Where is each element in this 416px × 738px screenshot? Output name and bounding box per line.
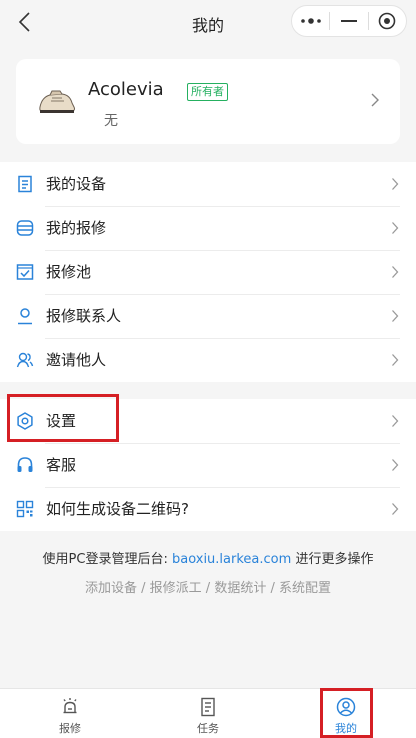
owner-badge: 所有者: [187, 83, 228, 101]
menu-item-customer-service[interactable]: 客服: [0, 443, 416, 487]
menu-item-repair-pool[interactable]: 报修池: [0, 250, 416, 294]
repair-bell-icon: [63, 698, 77, 714]
menu-label: 如何生成设备二维码?: [46, 500, 189, 518]
menu-label: 设置: [46, 412, 77, 430]
chevron-right-icon: [392, 459, 399, 471]
menu-label: 邀请他人: [46, 351, 107, 369]
bottom-tab-bar: 报修 任务 我的: [0, 688, 416, 738]
chevron-right-icon: [392, 503, 399, 515]
menu-label: 报修联系人: [46, 307, 122, 325]
menu-item-settings[interactable]: 设置: [0, 399, 416, 443]
profile-card[interactable]: Acolevia 所有者 无: [16, 59, 400, 144]
qrcode-icon: [16, 500, 34, 518]
chevron-right-icon: [371, 93, 379, 107]
chevron-right-icon: [392, 415, 399, 427]
shoe-avatar-icon: [39, 90, 75, 113]
menu-label: 我的设备: [46, 175, 107, 193]
pc-admin-suffix: 进行更多操作: [295, 552, 374, 567]
profile-subtitle: 无: [104, 113, 118, 129]
more-dots-icon: [300, 18, 321, 24]
tab-mine[interactable]: 我的: [306, 689, 386, 738]
close-button[interactable]: [369, 6, 406, 36]
task-doc-icon: [201, 697, 215, 717]
menu-item-repair-contacts[interactable]: 报修联系人: [0, 294, 416, 338]
tab-label: 报修: [59, 722, 81, 735]
chevron-right-icon: [392, 222, 399, 234]
minimize-icon: [340, 20, 357, 22]
pc-admin-prefix: 使用PC登录管理后台:: [42, 552, 168, 567]
repair-stack-icon: [16, 220, 34, 236]
menu-group-main: 我的设备 我的报修 报修池 报修联系人 邀请他人: [0, 162, 416, 382]
settings-gear-icon: [17, 412, 33, 430]
menu-label: 我的报修: [46, 219, 107, 237]
profile-name: Acolevia: [88, 79, 164, 100]
tab-label: 任务: [197, 722, 219, 735]
menu-item-qrcode-help[interactable]: 如何生成设备二维码?: [0, 487, 416, 531]
device-list-icon: [18, 175, 32, 193]
tab-repair[interactable]: 报修: [30, 689, 110, 738]
pc-admin-features: 添加设备 / 报修派工 / 数据统计 / 系统配置: [85, 581, 331, 596]
menu-group-support: 设置 客服 如何生成设备二维码?: [0, 399, 416, 531]
admin-link[interactable]: baoxiu.larkea.com: [172, 552, 291, 567]
person-icon: [18, 308, 32, 325]
menu-label: 报修池: [46, 263, 92, 281]
chevron-right-icon: [392, 310, 399, 322]
pc-admin-note: 使用PC登录管理后台: baoxiu.larkea.com 进行更多操作: [0, 548, 416, 567]
chevron-right-icon: [392, 266, 399, 278]
tab-tasks[interactable]: 任务: [168, 689, 248, 738]
chevron-right-icon: [392, 178, 399, 190]
miniprogram-capsule: [291, 5, 407, 37]
minimize-button[interactable]: [330, 6, 367, 36]
checkbox-icon: [16, 264, 34, 280]
menu-item-invite-others[interactable]: 邀请他人: [0, 338, 416, 382]
menu-item-my-repairs[interactable]: 我的报修: [0, 206, 416, 250]
more-button[interactable]: [292, 6, 329, 36]
tab-label: 我的: [335, 722, 357, 735]
close-target-icon: [379, 12, 396, 30]
menu-item-my-devices[interactable]: 我的设备: [0, 162, 416, 206]
headset-icon: [17, 457, 33, 472]
chevron-right-icon: [392, 354, 399, 366]
top-bar: 我的: [0, 0, 416, 44]
invite-people-icon: [16, 352, 34, 368]
menu-label: 客服: [46, 456, 77, 474]
user-circle-icon: [336, 697, 356, 717]
